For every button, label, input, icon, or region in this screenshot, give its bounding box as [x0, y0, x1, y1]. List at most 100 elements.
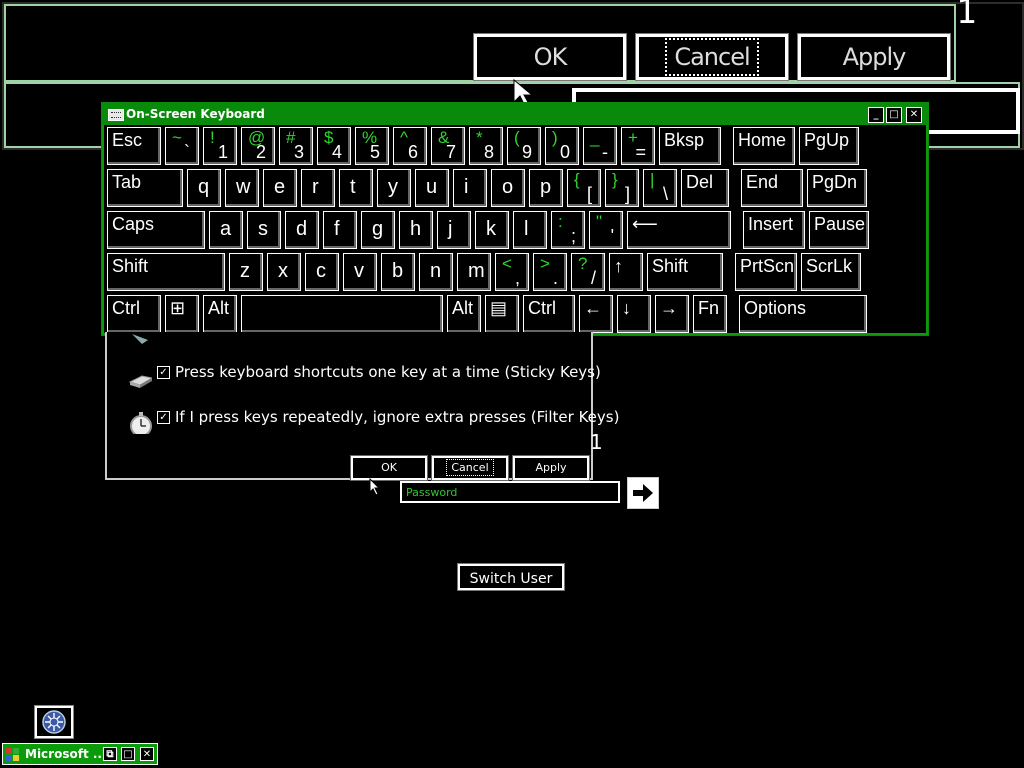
key-v[interactable]: v — [343, 253, 377, 291]
key-shift-label: _ — [590, 128, 600, 147]
key-caps[interactable]: Caps — [107, 211, 205, 249]
key-esc[interactable]: Esc — [107, 127, 161, 165]
key-5[interactable]: % 5 — [355, 127, 389, 165]
key-pause[interactable]: Pause — [809, 211, 869, 249]
taskbar-restore-button[interactable]: ⧉ — [103, 747, 117, 761]
key-lctrl[interactable]: Ctrl — [107, 295, 161, 333]
key-insert[interactable]: Insert — [743, 211, 805, 249]
key-j[interactable]: j — [437, 211, 471, 249]
magnified-ok-button[interactable]: OK — [473, 33, 627, 81]
key-pgdn[interactable]: PgDn — [807, 169, 867, 207]
ease-of-access-button[interactable] — [35, 706, 73, 738]
filter-keys-label[interactable]: If I press keys repeatedly, ignore extra… — [175, 408, 619, 426]
key-enter[interactable]: ⟵ — [627, 211, 731, 249]
key-menu[interactable]: ▤ — [485, 295, 519, 333]
key-equals[interactable]: + = — [621, 127, 655, 165]
key-comma[interactable]: <, — [495, 253, 529, 291]
key-6[interactable]: ^ 6 — [393, 127, 427, 165]
password-field[interactable]: Password — [400, 481, 620, 503]
key-8[interactable]: * 8 — [469, 127, 503, 165]
key-del[interactable]: Del — [681, 169, 729, 207]
key-options[interactable]: Options — [739, 295, 867, 333]
taskbar-maximize-button[interactable]: □ — [121, 747, 135, 761]
key-end[interactable]: End — [741, 169, 803, 207]
key-k[interactable]: k — [475, 211, 509, 249]
key-left[interactable]: ← — [579, 295, 613, 333]
key-prtscn[interactable]: PrtScn — [735, 253, 797, 291]
key-slash[interactable]: ? / — [571, 253, 605, 291]
key-down[interactable]: ↓ — [617, 295, 651, 333]
osk-close-button[interactable]: ✕ — [906, 107, 922, 123]
sticky-keys-label[interactable]: Press keyboard shortcuts one key at a ti… — [175, 363, 601, 381]
dialog-ok-button[interactable]: OK — [351, 456, 427, 480]
key-w[interactable]: w — [225, 169, 259, 207]
dialog-apply-button[interactable]: Apply — [513, 456, 589, 480]
key-rbracket[interactable]: }] — [605, 169, 639, 207]
submit-arrow-button[interactable] — [627, 477, 659, 509]
magnified-apply-button[interactable]: Apply — [797, 33, 951, 81]
key-1[interactable]: ! 1 — [203, 127, 237, 165]
key-n[interactable]: n — [419, 253, 453, 291]
osk-minimize-button[interactable]: _ — [868, 107, 884, 123]
key-3[interactable]: #3 — [279, 127, 313, 165]
key-g[interactable]: g — [361, 211, 395, 249]
key-s[interactable]: s — [247, 211, 281, 249]
key-up[interactable]: ↑ — [609, 253, 643, 291]
key-label: u — [426, 176, 438, 198]
key-h[interactable]: h — [399, 211, 433, 249]
filter-keys-checkbox[interactable]: ✓ — [157, 411, 170, 424]
key-home[interactable]: Home — [733, 127, 795, 165]
osk-title-bar[interactable]: On-Screen Keyboard _ □ ✕ — [102, 103, 928, 125]
key-rshift[interactable]: Shift — [647, 253, 723, 291]
key-y[interactable]: y — [377, 169, 411, 207]
key-tab[interactable]: Tab — [107, 169, 183, 207]
key-t[interactable]: t — [339, 169, 373, 207]
key-fn[interactable]: Fn — [693, 295, 727, 333]
dialog-cancel-button[interactable]: Cancel — [432, 456, 508, 480]
key-m[interactable]: m — [457, 253, 491, 291]
key-z[interactable]: z — [229, 253, 263, 291]
key-p[interactable]: p — [529, 169, 563, 207]
key-4[interactable]: $4 — [317, 127, 351, 165]
key-backtick[interactable]: ~ ` — [165, 127, 199, 165]
key-minus[interactable]: _ - — [583, 127, 617, 165]
key-o[interactable]: o — [491, 169, 525, 207]
taskbar-close-button[interactable]: ✕ — [140, 747, 154, 761]
key-b[interactable]: b — [381, 253, 415, 291]
key-scrlk[interactable]: ScrLk — [801, 253, 861, 291]
key-d[interactable]: d — [285, 211, 319, 249]
key-a[interactable]: a — [209, 211, 243, 249]
taskbar-window-button[interactable]: Microsoft ... ⧉ □ ✕ — [2, 743, 158, 765]
key-f[interactable]: f — [323, 211, 357, 249]
key-pgup[interactable]: PgUp — [799, 127, 859, 165]
key-bksp[interactable]: Bksp — [659, 127, 721, 165]
key-space[interactable] — [241, 295, 443, 333]
key-u[interactable]: u — [415, 169, 449, 207]
key-lshift[interactable]: Shift — [107, 253, 225, 291]
key-quote[interactable]: " ' — [589, 211, 623, 249]
key-2[interactable]: @2 — [241, 127, 275, 165]
key-ralt[interactable]: Alt — [447, 295, 481, 333]
osk-maximize-button[interactable]: □ — [886, 107, 902, 123]
key-i[interactable]: i — [453, 169, 487, 207]
key-rctrl[interactable]: Ctrl — [523, 295, 575, 333]
key-l[interactable]: l — [513, 211, 547, 249]
key-right[interactable]: → — [655, 295, 689, 333]
sticky-keys-checkbox[interactable]: ✓ — [157, 366, 170, 379]
key-7[interactable]: & 7 — [431, 127, 465, 165]
key-lbracket[interactable]: {[ — [567, 169, 601, 207]
key-q[interactable]: q — [187, 169, 221, 207]
key-0[interactable]: ) 0 — [545, 127, 579, 165]
key-win[interactable]: ⊞ — [165, 295, 199, 333]
key-lalt[interactable]: Alt — [203, 295, 237, 333]
key-semicolon[interactable]: :; — [551, 211, 585, 249]
key-backslash[interactable]: | \ — [643, 169, 677, 207]
key-period[interactable]: >. — [533, 253, 567, 291]
key-x[interactable]: x — [267, 253, 301, 291]
key-c[interactable]: c — [305, 253, 339, 291]
switch-user-button[interactable]: Switch User — [458, 564, 564, 590]
key-9[interactable]: (9 — [507, 127, 541, 165]
key-r[interactable]: r — [301, 169, 335, 207]
key-e[interactable]: e — [263, 169, 297, 207]
magnified-cancel-button[interactable]: Cancel — [635, 33, 789, 81]
